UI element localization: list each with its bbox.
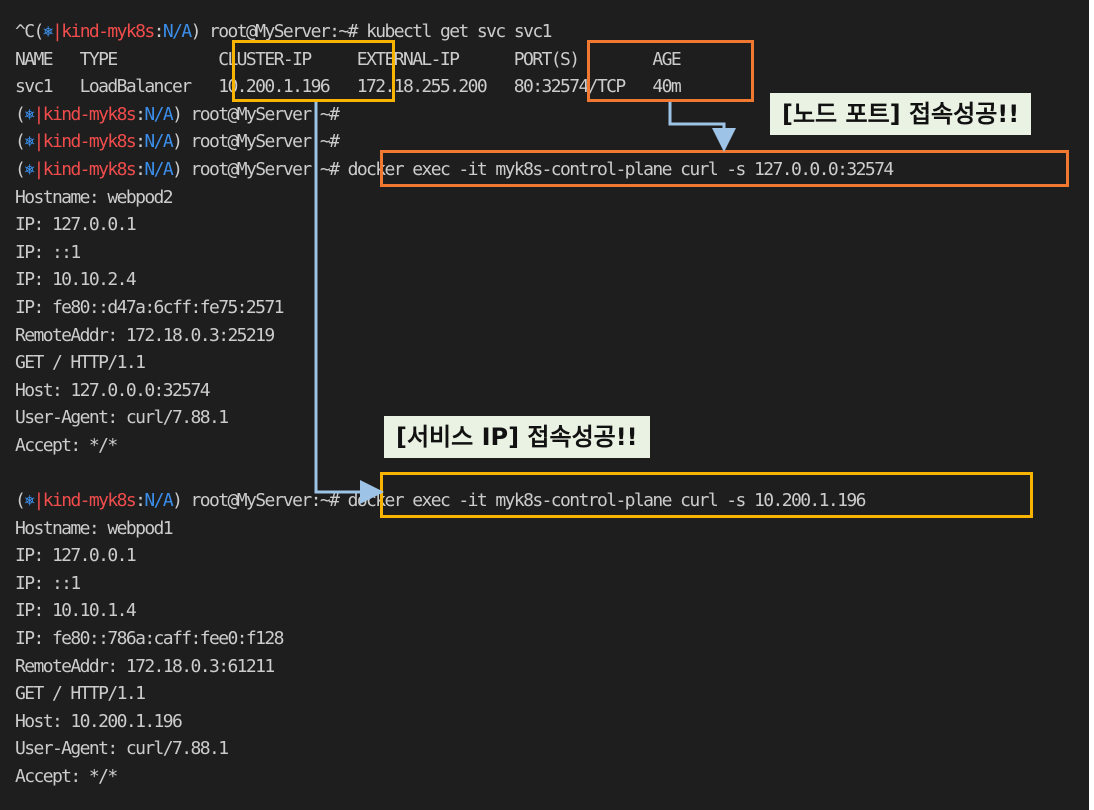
- terminal-output: ^C(⎈|kind-myk8s:N/A) root@MyServer:~# ku…: [15, 18, 894, 791]
- node-port-success-callout: [노드 포트] 접속성공!!: [770, 93, 1032, 135]
- terminal-line: Host: 10.200.1.196: [15, 710, 183, 732]
- service-ip-success-callout: [서비스 IP] 접속성공!!: [384, 416, 650, 458]
- terminal-line: (⎈|kind-myk8s:N/A) root@MyServer:~#: [15, 103, 340, 125]
- terminal-line: NAME TYPE CLUSTER-IP EXTERNAL-IP PORT(S)…: [15, 48, 682, 70]
- terminal-line: IP: ::1: [15, 241, 81, 263]
- terminal-line: Accept: */*: [15, 766, 118, 788]
- terminal-line: IP: ::1: [15, 572, 81, 594]
- terminal-line: IP: fe80::786a:caff:fee0:f128: [15, 628, 284, 650]
- terminal-line: GET / HTTP/1.1: [15, 683, 146, 705]
- terminal-line: User-Agent: curl/7.88.1: [15, 738, 229, 760]
- terminal-line: ^C(⎈|kind-myk8s:N/A) root@MyServer:~# ku…: [15, 21, 552, 42]
- terminal-line: GET / HTTP/1.1: [15, 352, 146, 374]
- terminal-line: svc1 LoadBalancer 10.200.1.196 172.18.25…: [15, 76, 682, 98]
- service-ip-command-highlight: [380, 472, 1033, 518]
- terminal-line: IP: 10.10.1.4: [15, 600, 137, 622]
- port-highlight: [587, 40, 754, 102]
- cluster-ip-highlight: [232, 40, 395, 102]
- terminal-line: IP: 127.0.0.1: [15, 545, 137, 567]
- terminal-line: RemoteAddr: 172.18.0.3:25219: [15, 324, 275, 346]
- terminal-line: RemoteAddr: 172.18.0.3:61211: [15, 655, 275, 677]
- node-port-command-highlight: [380, 150, 1069, 187]
- terminal-line: Hostname: webpod1: [15, 517, 174, 539]
- terminal-line: Hostname: webpod2: [15, 186, 174, 208]
- terminal-line: IP: fe80::d47a:6cff:fe75:2571: [15, 296, 284, 318]
- terminal-line: Host: 127.0.0.0:32574: [15, 379, 211, 401]
- terminal-line: IP: 127.0.0.1: [15, 214, 137, 236]
- terminal-line: IP: 10.10.2.4: [15, 269, 137, 291]
